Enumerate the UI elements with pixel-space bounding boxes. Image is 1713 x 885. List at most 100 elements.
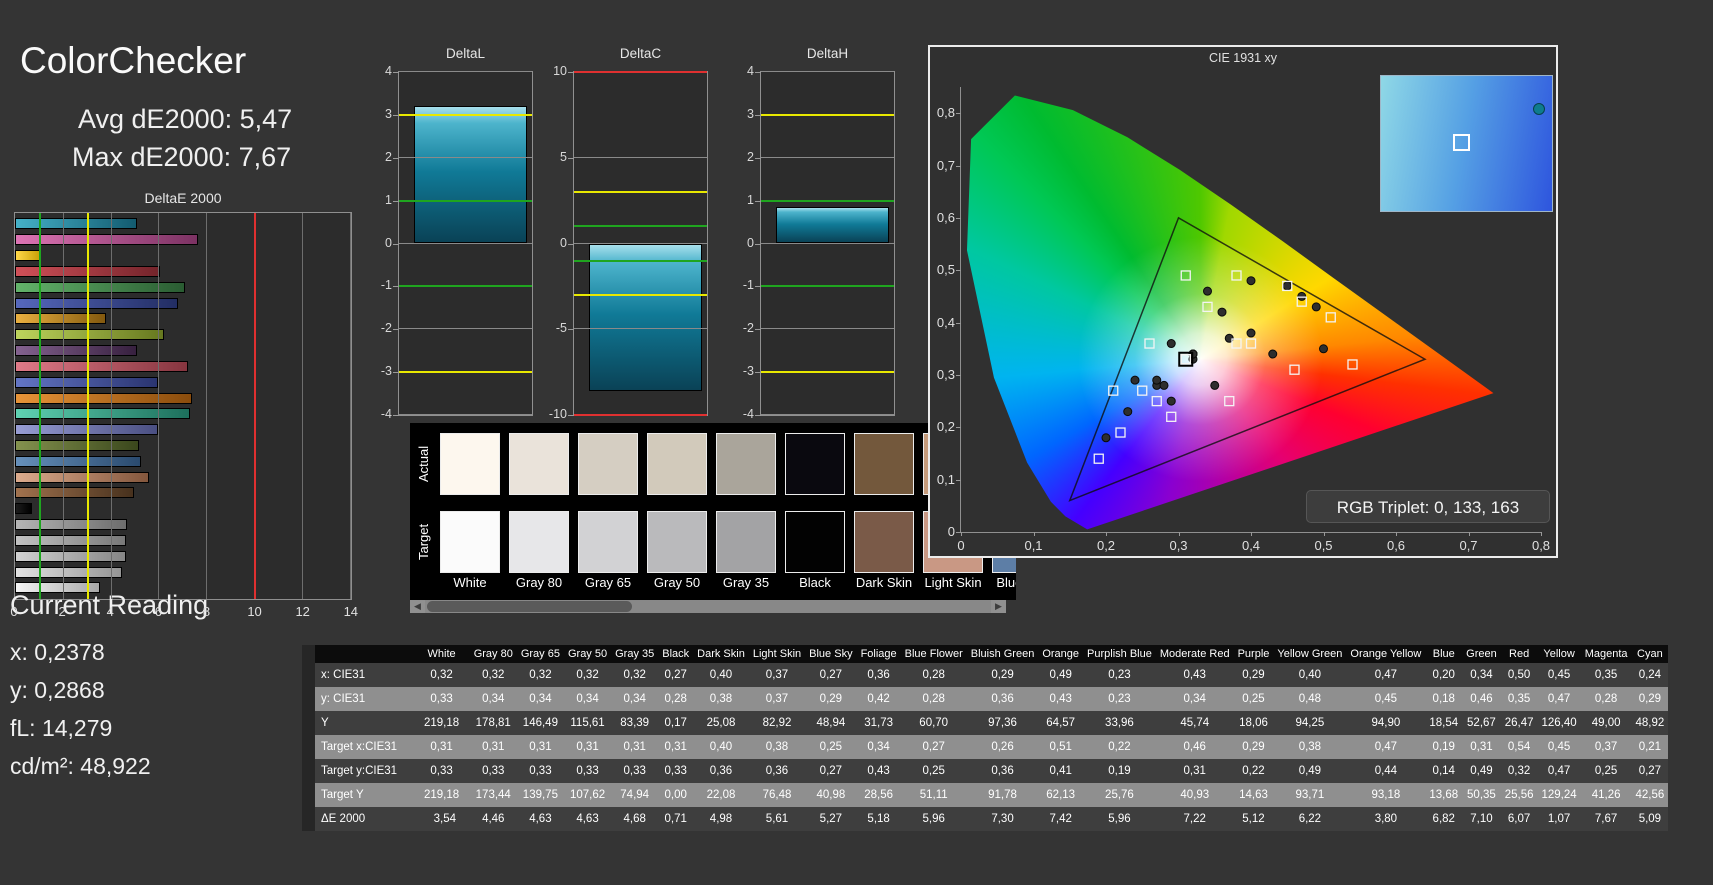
table-cell: 25,76 bbox=[1105, 789, 1134, 801]
column-header: Blue Sky bbox=[805, 645, 857, 663]
swatch-scrollbar[interactable]: ◀ ▶ bbox=[410, 600, 1006, 613]
swatch-target bbox=[509, 511, 569, 573]
axis-tick-label: 0,2 bbox=[936, 419, 955, 435]
axis-tick-label: 14 bbox=[343, 604, 359, 619]
tick-mark bbox=[1178, 532, 1180, 536]
column-header: White bbox=[420, 645, 470, 663]
gridline bbox=[761, 199, 894, 202]
cie-zoom-inset bbox=[1380, 75, 1553, 212]
axis-tick-label: 12 bbox=[295, 604, 310, 619]
table-cell: 26,47 bbox=[1504, 717, 1534, 729]
deltae-bar-row bbox=[15, 295, 351, 311]
table-cell: 22,08 bbox=[706, 789, 736, 801]
deltae-bar-row bbox=[15, 279, 351, 295]
swatch-actual bbox=[647, 433, 707, 495]
scrollbar-left-arrow-icon[interactable]: ◀ bbox=[410, 600, 425, 613]
column-header: Dark Skin bbox=[693, 645, 749, 663]
table-cell: 0,33 bbox=[482, 765, 505, 777]
gridline bbox=[399, 285, 532, 288]
target-point bbox=[1202, 301, 1213, 313]
deltae-bar bbox=[15, 534, 126, 546]
gridline bbox=[399, 328, 532, 330]
target-point bbox=[1231, 338, 1242, 349]
table-cell: 0,21 bbox=[1638, 741, 1662, 753]
scrollbar-right-arrow-icon[interactable]: ▶ bbox=[991, 600, 1006, 613]
table-cell: 0,45 bbox=[1547, 741, 1571, 753]
row-label: Target Y bbox=[321, 789, 364, 801]
table-cell: 0,36 bbox=[991, 693, 1014, 705]
table-cell: 94,90 bbox=[1371, 717, 1401, 729]
table-cell: 0,36 bbox=[867, 669, 890, 681]
tick-mark bbox=[956, 165, 961, 167]
axis-tick-label: 0 bbox=[10, 604, 18, 619]
table-cell: 0,33 bbox=[623, 765, 646, 777]
gridline bbox=[574, 328, 707, 330]
tick-mark bbox=[961, 532, 962, 536]
table-cell: 7,22 bbox=[1183, 813, 1206, 825]
gridline bbox=[399, 414, 532, 415]
table-cell: 64,57 bbox=[1046, 717, 1076, 729]
gridline bbox=[574, 191, 707, 194]
table-cell: 40,98 bbox=[816, 789, 846, 801]
table-cell: 0,19 bbox=[1432, 741, 1455, 753]
table-cell: 0,18 bbox=[1432, 693, 1455, 705]
reading-fl: fL: 14,279 bbox=[10, 715, 113, 741]
table-cell: 219,18 bbox=[424, 789, 460, 801]
table-cell: 25,08 bbox=[706, 717, 736, 729]
table-header-row: White Gray 80 Gray 65 Gray 50 Gray 35 Black Da… bbox=[308, 645, 1669, 663]
row-label: Y bbox=[321, 717, 329, 729]
axis-tick-label: -1 bbox=[742, 278, 754, 293]
tick-mark bbox=[956, 322, 961, 324]
table-row: Y 219,18 178,81 146,49 115,61 83,39 0,17 25,08 8… bbox=[308, 711, 1669, 735]
table-row: y: CIE31 0,33 0,34 0,34 0,34 0,34 0,28 0,38 0,37… bbox=[308, 687, 1669, 711]
axis-tick-label: 2 bbox=[58, 604, 66, 619]
table-cell: 5,61 bbox=[765, 813, 789, 825]
gridline bbox=[62, 213, 64, 599]
axis-tick-label: -2 bbox=[380, 321, 392, 336]
row-label: y: CIE31 bbox=[321, 693, 366, 705]
table-cell: 83,39 bbox=[620, 717, 650, 729]
table-cell: 0,42 bbox=[867, 693, 890, 705]
axis-tick-label: 0,4 bbox=[936, 314, 955, 330]
reference-line bbox=[38, 213, 41, 599]
deltae-bar-row bbox=[15, 374, 351, 390]
table-cell: 0,40 bbox=[709, 741, 733, 753]
table-cell: 3,54 bbox=[433, 813, 457, 825]
column-header: Gray 35 bbox=[611, 645, 659, 663]
table-cell: 97,36 bbox=[988, 717, 1017, 729]
measured-point bbox=[1210, 380, 1220, 390]
deltal-chart: DeltaL 4 3 2 1 0 -1 -2 -3 -4 bbox=[381, 46, 533, 421]
deltae-bar bbox=[15, 345, 138, 357]
tick-mark bbox=[393, 72, 399, 73]
table-cell: 1,07 bbox=[1547, 813, 1571, 825]
swatch-actual bbox=[854, 433, 914, 495]
table-cell: 4,46 bbox=[482, 813, 505, 825]
table-cell: 0,54 bbox=[1507, 741, 1531, 753]
swatch-target bbox=[440, 511, 500, 573]
swatch-row-label-target: Target bbox=[416, 523, 431, 561]
target-point bbox=[1245, 338, 1257, 349]
target-point bbox=[1115, 427, 1126, 438]
column-header: Blue bbox=[1425, 645, 1463, 663]
deltae-bar-row bbox=[15, 564, 351, 580]
table-cell: 41,26 bbox=[1591, 789, 1621, 801]
table-cell: 146,49 bbox=[522, 717, 558, 729]
axis-tick-label: 2 bbox=[747, 149, 754, 164]
deltae-bar-row bbox=[15, 533, 351, 549]
table-cell: 42,56 bbox=[1635, 789, 1665, 801]
table-cell: 82,92 bbox=[762, 717, 792, 729]
deltae-bar-row bbox=[15, 469, 351, 485]
table-cell: 139,75 bbox=[522, 789, 558, 801]
deltae-bar-row bbox=[15, 422, 351, 438]
axis-tick-label: 0,2 bbox=[1096, 538, 1116, 553]
table-row: Target y:CIE31 0,33 0,33 0,33 0,33 0,33 0,33 0,… bbox=[308, 759, 1669, 783]
table-cell: 0,37 bbox=[765, 669, 789, 681]
deltae-bar-row bbox=[15, 232, 351, 248]
table-cell: 0,34 bbox=[867, 741, 890, 753]
table-cell: 5,18 bbox=[867, 813, 890, 825]
table-cell: 4,68 bbox=[623, 813, 646, 825]
axis-tick-label: 5 bbox=[560, 149, 567, 164]
reference-line bbox=[86, 213, 89, 599]
scrollbar-thumb[interactable] bbox=[427, 601, 632, 612]
axis-tick-label: 0 bbox=[560, 235, 567, 250]
